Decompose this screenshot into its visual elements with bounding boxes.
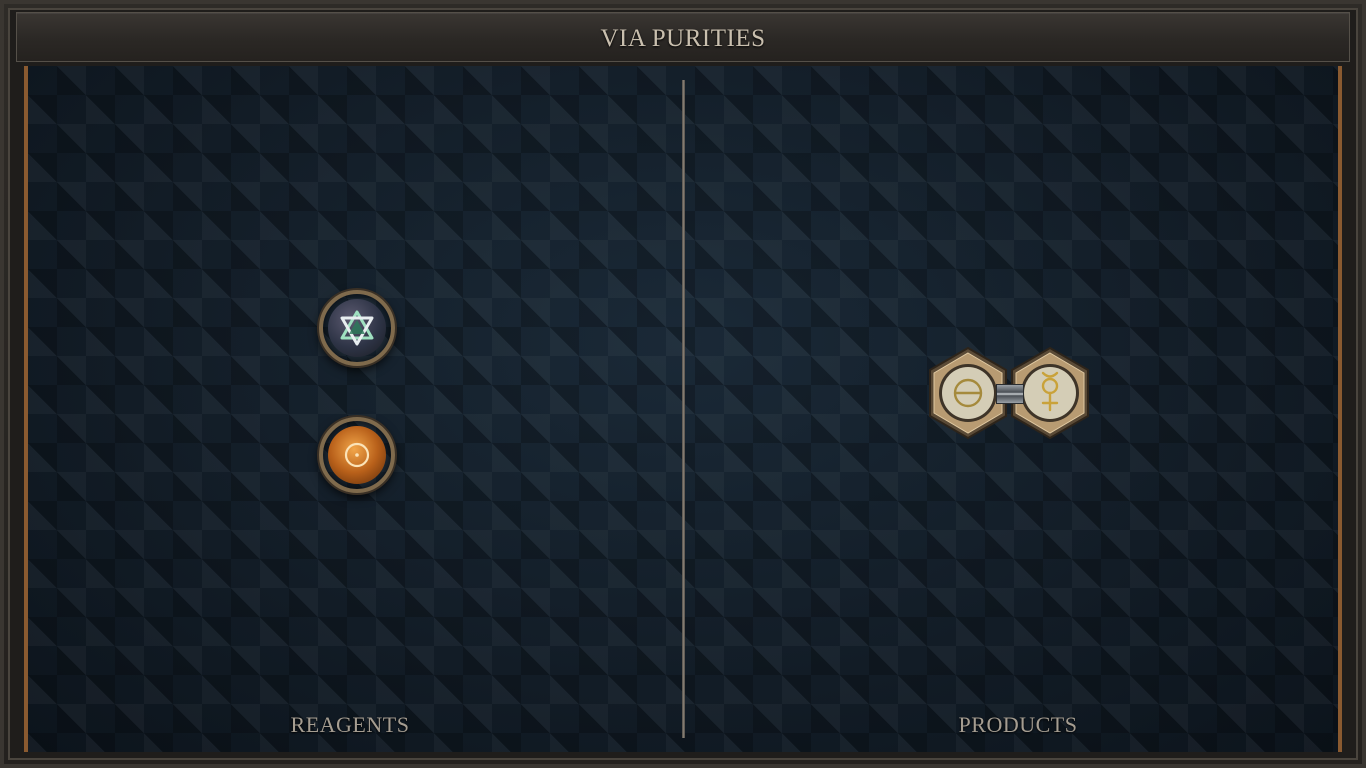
page-title: VIA PURITIES bbox=[600, 25, 766, 52]
reagent-atom-gold[interactable] bbox=[319, 417, 395, 493]
title-bar: VIA PURITIES bbox=[16, 12, 1350, 62]
gold-icon bbox=[344, 442, 370, 468]
products-label: PRODUCTS bbox=[958, 712, 1078, 737]
section-divider bbox=[682, 80, 685, 738]
reagent-atom-salt[interactable] bbox=[319, 290, 395, 366]
molecule-bond bbox=[996, 384, 1024, 404]
reagents-label: REAGENTS bbox=[290, 712, 410, 737]
salt-icon bbox=[340, 310, 374, 346]
product-molecule[interactable] bbox=[926, 346, 1092, 442]
